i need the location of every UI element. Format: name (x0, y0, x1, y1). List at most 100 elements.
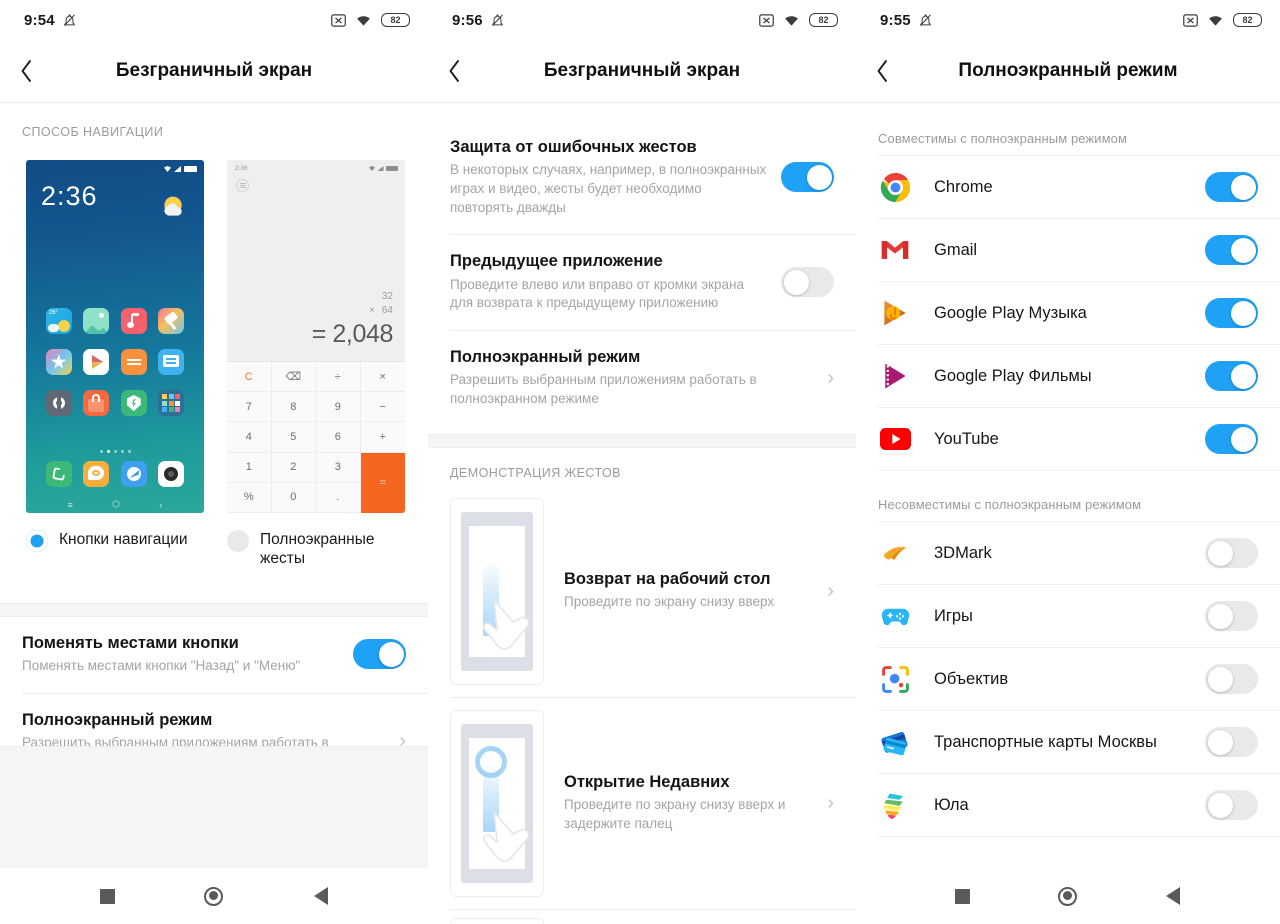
setting-subtitle: Поменять местами кнопки "Назад" и "Меню" (22, 658, 301, 674)
calc-key-divide[interactable]: ÷ (316, 362, 361, 393)
gesture-open-recents[interactable]: Открытие Недавних Проведите по экрану сн… (428, 698, 856, 909)
wifi-icon (1209, 15, 1222, 26)
play-store-app-icon (83, 349, 110, 375)
security-app-icon (120, 390, 147, 416)
calc-key-4[interactable]: 4 (227, 422, 272, 453)
toggle-youtube[interactable] (1205, 424, 1258, 454)
battery-icon: 82 (809, 13, 838, 27)
app-row-moscow-transit[interactable]: Транспортные карты Москвы (856, 711, 1280, 773)
radio-label: Полноэкранные жесты (260, 531, 375, 568)
app-row-yula[interactable]: Юла (856, 774, 1280, 836)
calc-key-minus[interactable]: − (360, 392, 405, 423)
cleaner-app-icon (158, 308, 185, 334)
wifi-icon (357, 15, 370, 26)
calc-key-percent[interactable]: % (227, 482, 272, 513)
nav-back-button[interactable] (291, 868, 351, 924)
hold-ring-icon (475, 745, 507, 778)
no-sim-icon (759, 13, 774, 27)
battery-icon: 82 (1233, 13, 1262, 27)
app-name: Chrome (934, 177, 993, 196)
calc-operator: × (369, 304, 375, 316)
calc-key-8[interactable]: 8 (271, 392, 316, 423)
toggle-gesture-protection[interactable] (781, 162, 834, 193)
calc-key-multiply[interactable]: × (360, 362, 405, 393)
calc-key-6[interactable]: 6 (316, 422, 361, 453)
app-row-gmail[interactable]: Gmail (856, 219, 1280, 281)
preview-status-bar (26, 160, 204, 172)
app-row-youtube[interactable]: YouTube (856, 408, 1280, 470)
back-triangle-icon (313, 887, 328, 905)
section-label-incompatible: Несовместимы с полноэкранным режимом (878, 497, 1142, 512)
calc-key-1[interactable]: 1 (227, 452, 272, 483)
radio-button-unselected[interactable] (227, 530, 249, 552)
toggle-games[interactable] (1205, 601, 1258, 631)
gesture-return-home[interactable]: Возврат на рабочий стол Проведите по экр… (428, 486, 856, 697)
preview-nav-bar: ≡ ⬡ ‹ (26, 499, 204, 510)
back-button[interactable] (0, 40, 52, 102)
toggle-google-lens[interactable] (1205, 664, 1258, 694)
recents-square-icon (99, 888, 115, 904)
calc-key-0[interactable]: 0 (271, 482, 316, 513)
toggle-swap-buttons[interactable] (353, 639, 406, 670)
screenshot-collage: 9:54 82 Безграничный экран СПОСОБ НАВИГА… (0, 0, 1280, 924)
wifi-icon (785, 15, 798, 26)
calc-key-plus[interactable]: + (360, 422, 405, 453)
toggle-chrome[interactable] (1205, 172, 1258, 202)
back-button[interactable] (856, 40, 908, 102)
preview-column-buttons: 2:36 26° ≡ ⬡ ‹ (26, 160, 205, 513)
calculator-preview[interactable]: 2:36 32 × 64 = 2,048 C ⌫ ÷ × 7 8 9 − 4 5… (227, 160, 405, 513)
setting-previous-app[interactable]: Предыдущее приложение Проведите влево ил… (428, 235, 856, 330)
app-bar: Полноэкранный режим (856, 40, 1280, 102)
hand-icon (483, 598, 530, 650)
back-button[interactable] (428, 40, 480, 102)
calc-key-9[interactable]: 9 (316, 392, 361, 423)
app-name: 3DMark (934, 543, 992, 562)
chrome-icon (878, 170, 912, 204)
radio-option-navigation-buttons[interactable]: Кнопки навигации (26, 529, 205, 569)
nav-recents-button[interactable] (933, 868, 993, 924)
nav-recents-button[interactable] (77, 868, 137, 924)
toggle-yula[interactable] (1205, 790, 1258, 820)
system-nav-bar (0, 868, 428, 924)
setting-swap-buttons[interactable]: Поменять местами кнопки Поменять местами… (0, 617, 428, 693)
toggle-3dmark[interactable] (1205, 538, 1258, 568)
toggle-gmail[interactable] (1205, 235, 1258, 265)
gesture-title: Возврат на рабочий стол (564, 570, 771, 589)
nav-home-button[interactable] (1038, 868, 1098, 924)
setting-gesture-protection[interactable]: Защита от ошибочных жестов В некоторых с… (428, 121, 856, 234)
gesture-card-partial[interactable] (450, 917, 544, 924)
home-screen-preview[interactable]: 2:36 26° ≡ ⬡ ‹ (26, 160, 204, 513)
setting-fullscreen-mode[interactable]: Полноэкранный режим Разрешить выбранным … (428, 331, 856, 426)
app-row-google-play-music[interactable]: Google Play Музыка (856, 282, 1280, 344)
calc-key-3[interactable]: 3 (316, 452, 361, 483)
app-row-google-play-movies[interactable]: Google Play Фильмы (856, 345, 1280, 407)
nav-home-button[interactable] (184, 868, 244, 924)
calc-key-5[interactable]: 5 (271, 422, 316, 453)
mi-store-app-icon (45, 349, 72, 375)
app-bar: Безграничный экран (0, 40, 428, 102)
toggle-google-play-music[interactable] (1205, 298, 1258, 328)
toggle-previous-app[interactable] (781, 267, 834, 298)
calc-key-dot[interactable]: . (316, 482, 361, 513)
calc-key-backspace[interactable]: ⌫ (271, 362, 316, 393)
calc-key-equals[interactable]: = (360, 452, 405, 513)
nav-back-button[interactable] (1143, 868, 1203, 924)
calc-key-7[interactable]: 7 (227, 392, 272, 423)
weather-widget-icon (164, 196, 182, 216)
status-bar: 9:56 82 (428, 0, 856, 40)
calc-key-2[interactable]: 2 (271, 452, 316, 483)
app-row-google-lens[interactable]: Объектив (856, 648, 1280, 710)
toggle-moscow-transit[interactable] (1205, 727, 1258, 757)
section-label-gesture-demo: ДЕМОНСТРАЦИЯ ЖЕСТОВ (450, 465, 621, 480)
calc-key-clear[interactable]: C (227, 362, 272, 393)
radio-option-fullscreen-gestures[interactable]: Полноэкранные жесты (227, 529, 406, 569)
setting-title: Полноэкранный режим (22, 710, 213, 729)
section-separator (0, 602, 428, 617)
radio-button-selected[interactable] (26, 530, 48, 552)
toggle-google-play-movies[interactable] (1205, 361, 1258, 391)
mi-browser-app-icon (120, 461, 147, 487)
app-row-games[interactable]: Игры (856, 585, 1280, 647)
status-time: 9:55 (880, 11, 911, 29)
app-row-3dmark[interactable]: 3DMark (856, 522, 1280, 584)
app-row-chrome[interactable]: Chrome (856, 156, 1280, 218)
